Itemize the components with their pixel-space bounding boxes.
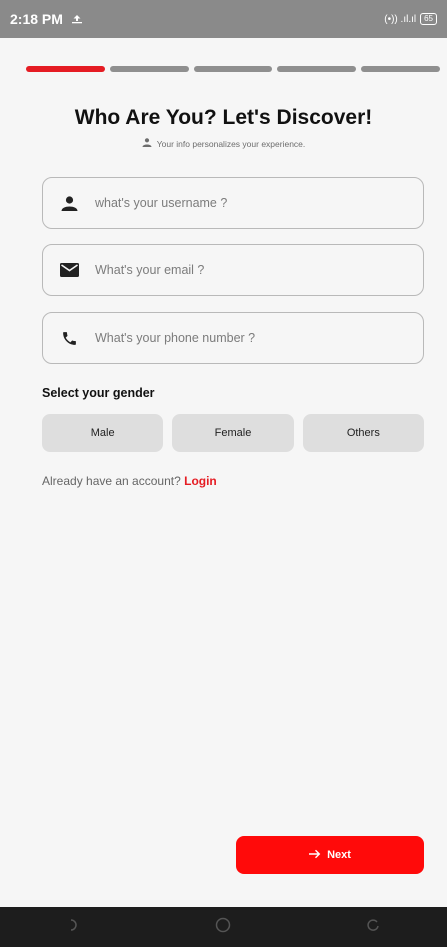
progress-segment <box>26 66 105 72</box>
progress-segment <box>277 66 357 72</box>
upload-icon <box>71 11 83 27</box>
status-bar: 2:18 PM (•)) .ıl.ıl 65 <box>0 0 447 38</box>
email-field[interactable] <box>42 244 424 296</box>
login-link[interactable]: Login <box>184 474 217 488</box>
phone-input[interactable] <box>95 331 395 345</box>
page-subtitle-row: Your info personalizes your experience. <box>0 138 447 149</box>
progress-segment <box>361 66 440 72</box>
email-input[interactable] <box>95 263 395 277</box>
gender-male-button[interactable]: Male <box>42 414 164 452</box>
progress-segment <box>193 66 273 72</box>
status-time: 2:18 PM <box>10 11 63 27</box>
home-icon[interactable] <box>215 917 231 938</box>
arrow-right-icon <box>309 849 321 862</box>
login-prompt: Already have an account? Login <box>42 474 217 488</box>
system-nav-bar <box>0 907 447 947</box>
battery-icon: 65 <box>420 13 437 25</box>
login-prompt-text: Already have an account? <box>42 474 181 488</box>
username-field[interactable] <box>42 177 424 229</box>
signal-icon: (•)) .ıl.ıl <box>384 13 417 25</box>
progress-segment <box>109 66 189 72</box>
recents-icon[interactable] <box>366 918 380 937</box>
page-subtitle: Your info personalizes your experience. <box>156 138 306 149</box>
person-icon <box>142 138 152 149</box>
gender-label: Select your gender <box>42 386 155 400</box>
next-button[interactable]: Next <box>236 836 424 874</box>
gender-others-button[interactable]: Others <box>302 414 424 452</box>
phone-icon <box>59 328 79 348</box>
person-icon <box>59 193 79 213</box>
mail-icon <box>59 260 79 280</box>
step-progress <box>26 66 440 72</box>
gender-female-button[interactable]: Female <box>172 414 294 452</box>
gender-options: Male Female Others <box>42 414 424 452</box>
username-input[interactable] <box>95 196 395 210</box>
back-icon[interactable] <box>67 918 81 937</box>
phone-field[interactable] <box>42 312 424 364</box>
page-title: Who Are You? Let's Discover! <box>74 106 373 129</box>
next-button-label: Next <box>327 849 351 861</box>
